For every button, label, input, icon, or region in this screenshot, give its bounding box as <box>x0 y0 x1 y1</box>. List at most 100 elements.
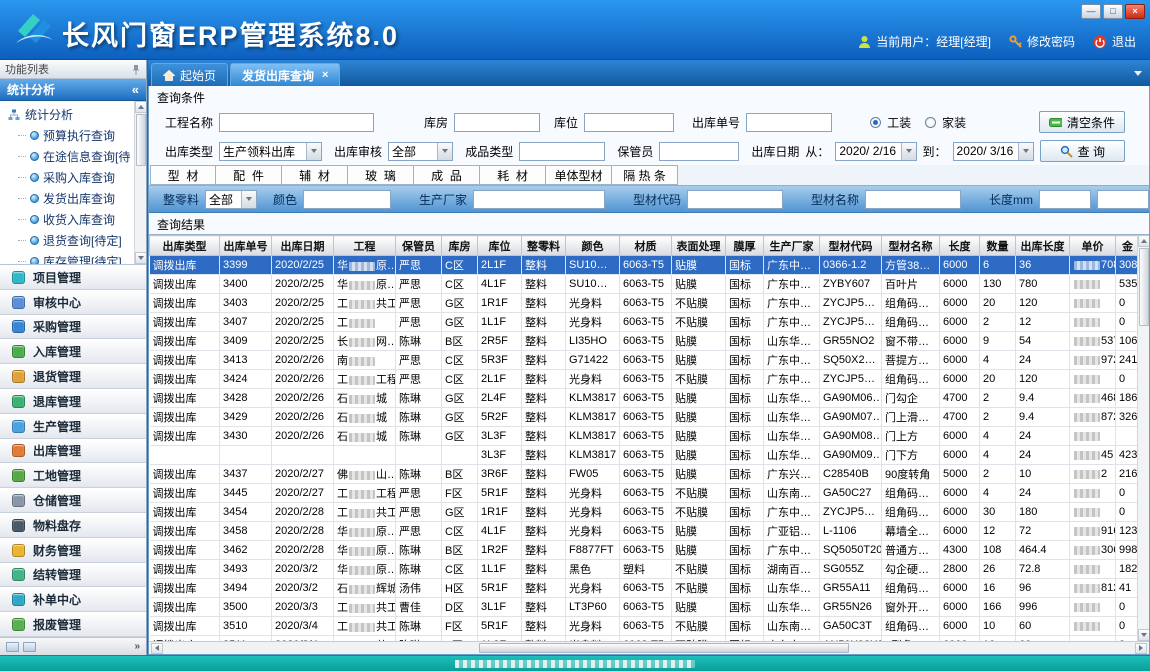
computer-icon[interactable] <box>23 642 36 652</box>
tab-shipping-outbound-query[interactable]: 发货出库查询 × <box>230 63 340 86</box>
table-row-5[interactable]: 调拨出库34092020/2/25长网…陈琳B区2R5F整料LI35HO6063… <box>150 332 1140 351</box>
material-tab-1[interactable]: 型 材 <box>150 165 216 185</box>
location-input[interactable] <box>584 113 674 132</box>
tree-item-6[interactable]: 退货查询[待定] <box>4 230 132 251</box>
table-row-16[interactable]: 调拨出库34622020/2/28华原…陈琳B区1R2F整料F8877FT606… <box>150 541 1140 560</box>
profile-code-input[interactable] <box>687 190 783 209</box>
material-tab-4[interactable]: 玻 璃 <box>348 165 414 185</box>
table-row-10[interactable]: 调拨出库34302020/2/26石城陈琳G区3L3F整料KLM38176063… <box>150 427 1140 446</box>
sidebar-menu-item-11[interactable]: 物料盘存 <box>0 513 146 538</box>
product-type-input[interactable] <box>519 142 605 161</box>
profile-name-input[interactable] <box>865 190 961 209</box>
folder-icon[interactable] <box>6 642 19 652</box>
column-header-1[interactable]: 出库类型 <box>150 236 220 256</box>
column-header-3[interactable]: 出库日期 <box>272 236 334 256</box>
sidebar-menu-item-2[interactable]: 审核中心 <box>0 290 146 315</box>
column-header-12[interactable]: 膜厚 <box>726 236 764 256</box>
whole-scrap-select[interactable]: 全部 <box>205 190 257 209</box>
material-tab-8[interactable]: 隔 热 条 <box>612 165 678 185</box>
tree-item-4[interactable]: 发货出库查询 <box>4 188 132 209</box>
search-button[interactable]: 查 询 <box>1040 140 1125 162</box>
order-no-input[interactable] <box>746 113 832 132</box>
table-row-3[interactable]: 调拨出库34032020/2/25工共工程严思G区1R1F整料光身料6063-T… <box>150 294 1140 313</box>
statistics-section-header[interactable]: 统计分析 « <box>0 79 146 101</box>
sidebar-menu-item-14[interactable]: 补单中心 <box>0 587 146 612</box>
tab-close-icon[interactable]: × <box>322 69 328 81</box>
sidebar-menu-item-9[interactable]: 工地管理 <box>0 463 146 488</box>
column-header-7[interactable]: 库位 <box>478 236 522 256</box>
scroll-down-icon[interactable] <box>135 252 147 264</box>
tree-root[interactable]: 统计分析 <box>4 104 132 125</box>
tree-item-1[interactable]: 预算执行查询 <box>4 125 132 146</box>
tab-overflow-caret-icon[interactable] <box>1134 71 1142 76</box>
outbound-audit-select[interactable]: 全部 <box>388 142 453 161</box>
collapse-icon[interactable]: « <box>132 82 139 97</box>
sidebar-menu-item-1[interactable]: 项目管理 <box>0 265 146 290</box>
table-row-7[interactable]: 调拨出库34242020/2/26工工程严思C区2L1F整料光身料6063-T5… <box>150 370 1140 389</box>
material-tab-3[interactable]: 辅 材 <box>282 165 348 185</box>
sidebar-menu-item-12[interactable]: 财务管理 <box>0 538 146 563</box>
table-row-19[interactable]: 调拨出库35002020/3/3工共工程曹佳D区3L1F整料LT3P606063… <box>150 598 1140 617</box>
work-install-radio[interactable] <box>870 117 881 128</box>
minimize-button[interactable]: — <box>1081 4 1101 19</box>
material-tab-5[interactable]: 成 品 <box>414 165 480 185</box>
scroll-right-icon[interactable] <box>1135 643 1147 654</box>
material-tab-7[interactable]: 单体型材 <box>546 165 612 185</box>
table-row-1[interactable]: 调拨出库33992020/2/25华原…严思C区2L1F整料SU10…6063-… <box>150 256 1140 275</box>
tree-item-5[interactable]: 收货入库查询 <box>4 209 132 230</box>
length-max-input[interactable] <box>1097 190 1149 209</box>
maximize-button[interactable]: □ <box>1103 4 1123 19</box>
table-row-20[interactable]: 调拨出库35102020/3/4工共工程陈琳F区5R1F整料光身料6063-T5… <box>150 617 1140 636</box>
sidebar-menu-item-13[interactable]: 结转管理 <box>0 563 146 588</box>
table-row-14[interactable]: 调拨出库34542020/2/28工共工程严思G区1R1F整料光身料6063-T… <box>150 503 1140 522</box>
column-header-9[interactable]: 颜色 <box>566 236 620 256</box>
scroll-down-icon[interactable] <box>1138 629 1150 641</box>
tree-scroll-thumb[interactable] <box>136 114 146 166</box>
home-install-radio[interactable] <box>925 117 936 128</box>
sidebar-menu-item-6[interactable]: 退库管理 <box>0 389 146 414</box>
warehouse-input[interactable] <box>454 113 540 132</box>
column-header-13[interactable]: 生产厂家 <box>764 236 820 256</box>
pin-icon[interactable] <box>131 64 141 75</box>
column-header-10[interactable]: 材质 <box>620 236 672 256</box>
length-min-input[interactable] <box>1039 190 1091 209</box>
column-header-14[interactable]: 型材代码 <box>820 236 882 256</box>
material-tab-6[interactable]: 耗 材 <box>480 165 546 185</box>
column-header-5[interactable]: 保管员 <box>396 236 442 256</box>
sidebar-menu-item-8[interactable]: 出库管理 <box>0 439 146 464</box>
tree-item-3[interactable]: 采购入库查询 <box>4 167 132 188</box>
change-password-link[interactable]: 修改密码 <box>1009 33 1075 50</box>
sidebar-menu-item-15[interactable]: 报废管理 <box>0 612 146 637</box>
scroll-left-icon[interactable] <box>151 643 163 654</box>
table-row-13[interactable]: 调拨出库34452020/2/27工工程严思F区5R1F整料光身料6063-T5… <box>150 484 1140 503</box>
close-button[interactable]: × <box>1125 4 1145 19</box>
column-header-4[interactable]: 工程 <box>334 236 396 256</box>
column-header-6[interactable]: 库房 <box>442 236 478 256</box>
tab-home[interactable]: 起始页 <box>151 63 228 86</box>
color-input[interactable] <box>303 190 391 209</box>
sidebar-menu-item-4[interactable]: 入库管理 <box>0 339 146 364</box>
column-header-8[interactable]: 整零料 <box>522 236 566 256</box>
table-row-4[interactable]: 调拨出库34072020/2/25工严思G区1L1F整料光身料6063-T5不贴… <box>150 313 1140 332</box>
column-header-2[interactable]: 出库单号 <box>220 236 272 256</box>
column-header-17[interactable]: 数量 <box>980 236 1016 256</box>
logout-button[interactable]: 退出 <box>1093 33 1136 50</box>
table-row-8[interactable]: 调拨出库34282020/2/26石城陈琳G区2L4F整料KLM38176063… <box>150 389 1140 408</box>
manufacturer-input[interactable] <box>473 190 605 209</box>
column-header-18[interactable]: 出库长度 <box>1016 236 1070 256</box>
sidebar-menu-item-5[interactable]: 退货管理 <box>0 364 146 389</box>
tree-item-2[interactable]: 在途信息查询[待 <box>4 146 132 167</box>
column-header-15[interactable]: 型材名称 <box>882 236 940 256</box>
table-row-11[interactable]: 3L3F整料KLM38176063-T5贴膜国标山东华…GA90M09…门下方6… <box>150 446 1140 465</box>
tree-item-7[interactable]: 库存管理[待定] <box>4 251 132 265</box>
scroll-up-icon[interactable] <box>135 101 147 113</box>
column-header-19[interactable]: 单价 <box>1070 236 1116 256</box>
project-name-input[interactable] <box>219 113 374 132</box>
table-row-9[interactable]: 调拨出库34292020/2/26石城陈琳G区5R2F整料KLM38176063… <box>150 408 1140 427</box>
grid-vscroll-thumb[interactable] <box>1139 248 1149 326</box>
table-row-6[interactable]: 调拨出库34132020/2/26南严思C区5R3F整料G714226063-T… <box>150 351 1140 370</box>
grid-hscroll-thumb[interactable] <box>479 643 849 653</box>
material-tab-2[interactable]: 配 件 <box>216 165 282 185</box>
sidebar-menu-item-3[interactable]: 采购管理 <box>0 315 146 340</box>
table-row-2[interactable]: 调拨出库34002020/2/25华原…严思C区4L1F整料SU10…6063-… <box>150 275 1140 294</box>
